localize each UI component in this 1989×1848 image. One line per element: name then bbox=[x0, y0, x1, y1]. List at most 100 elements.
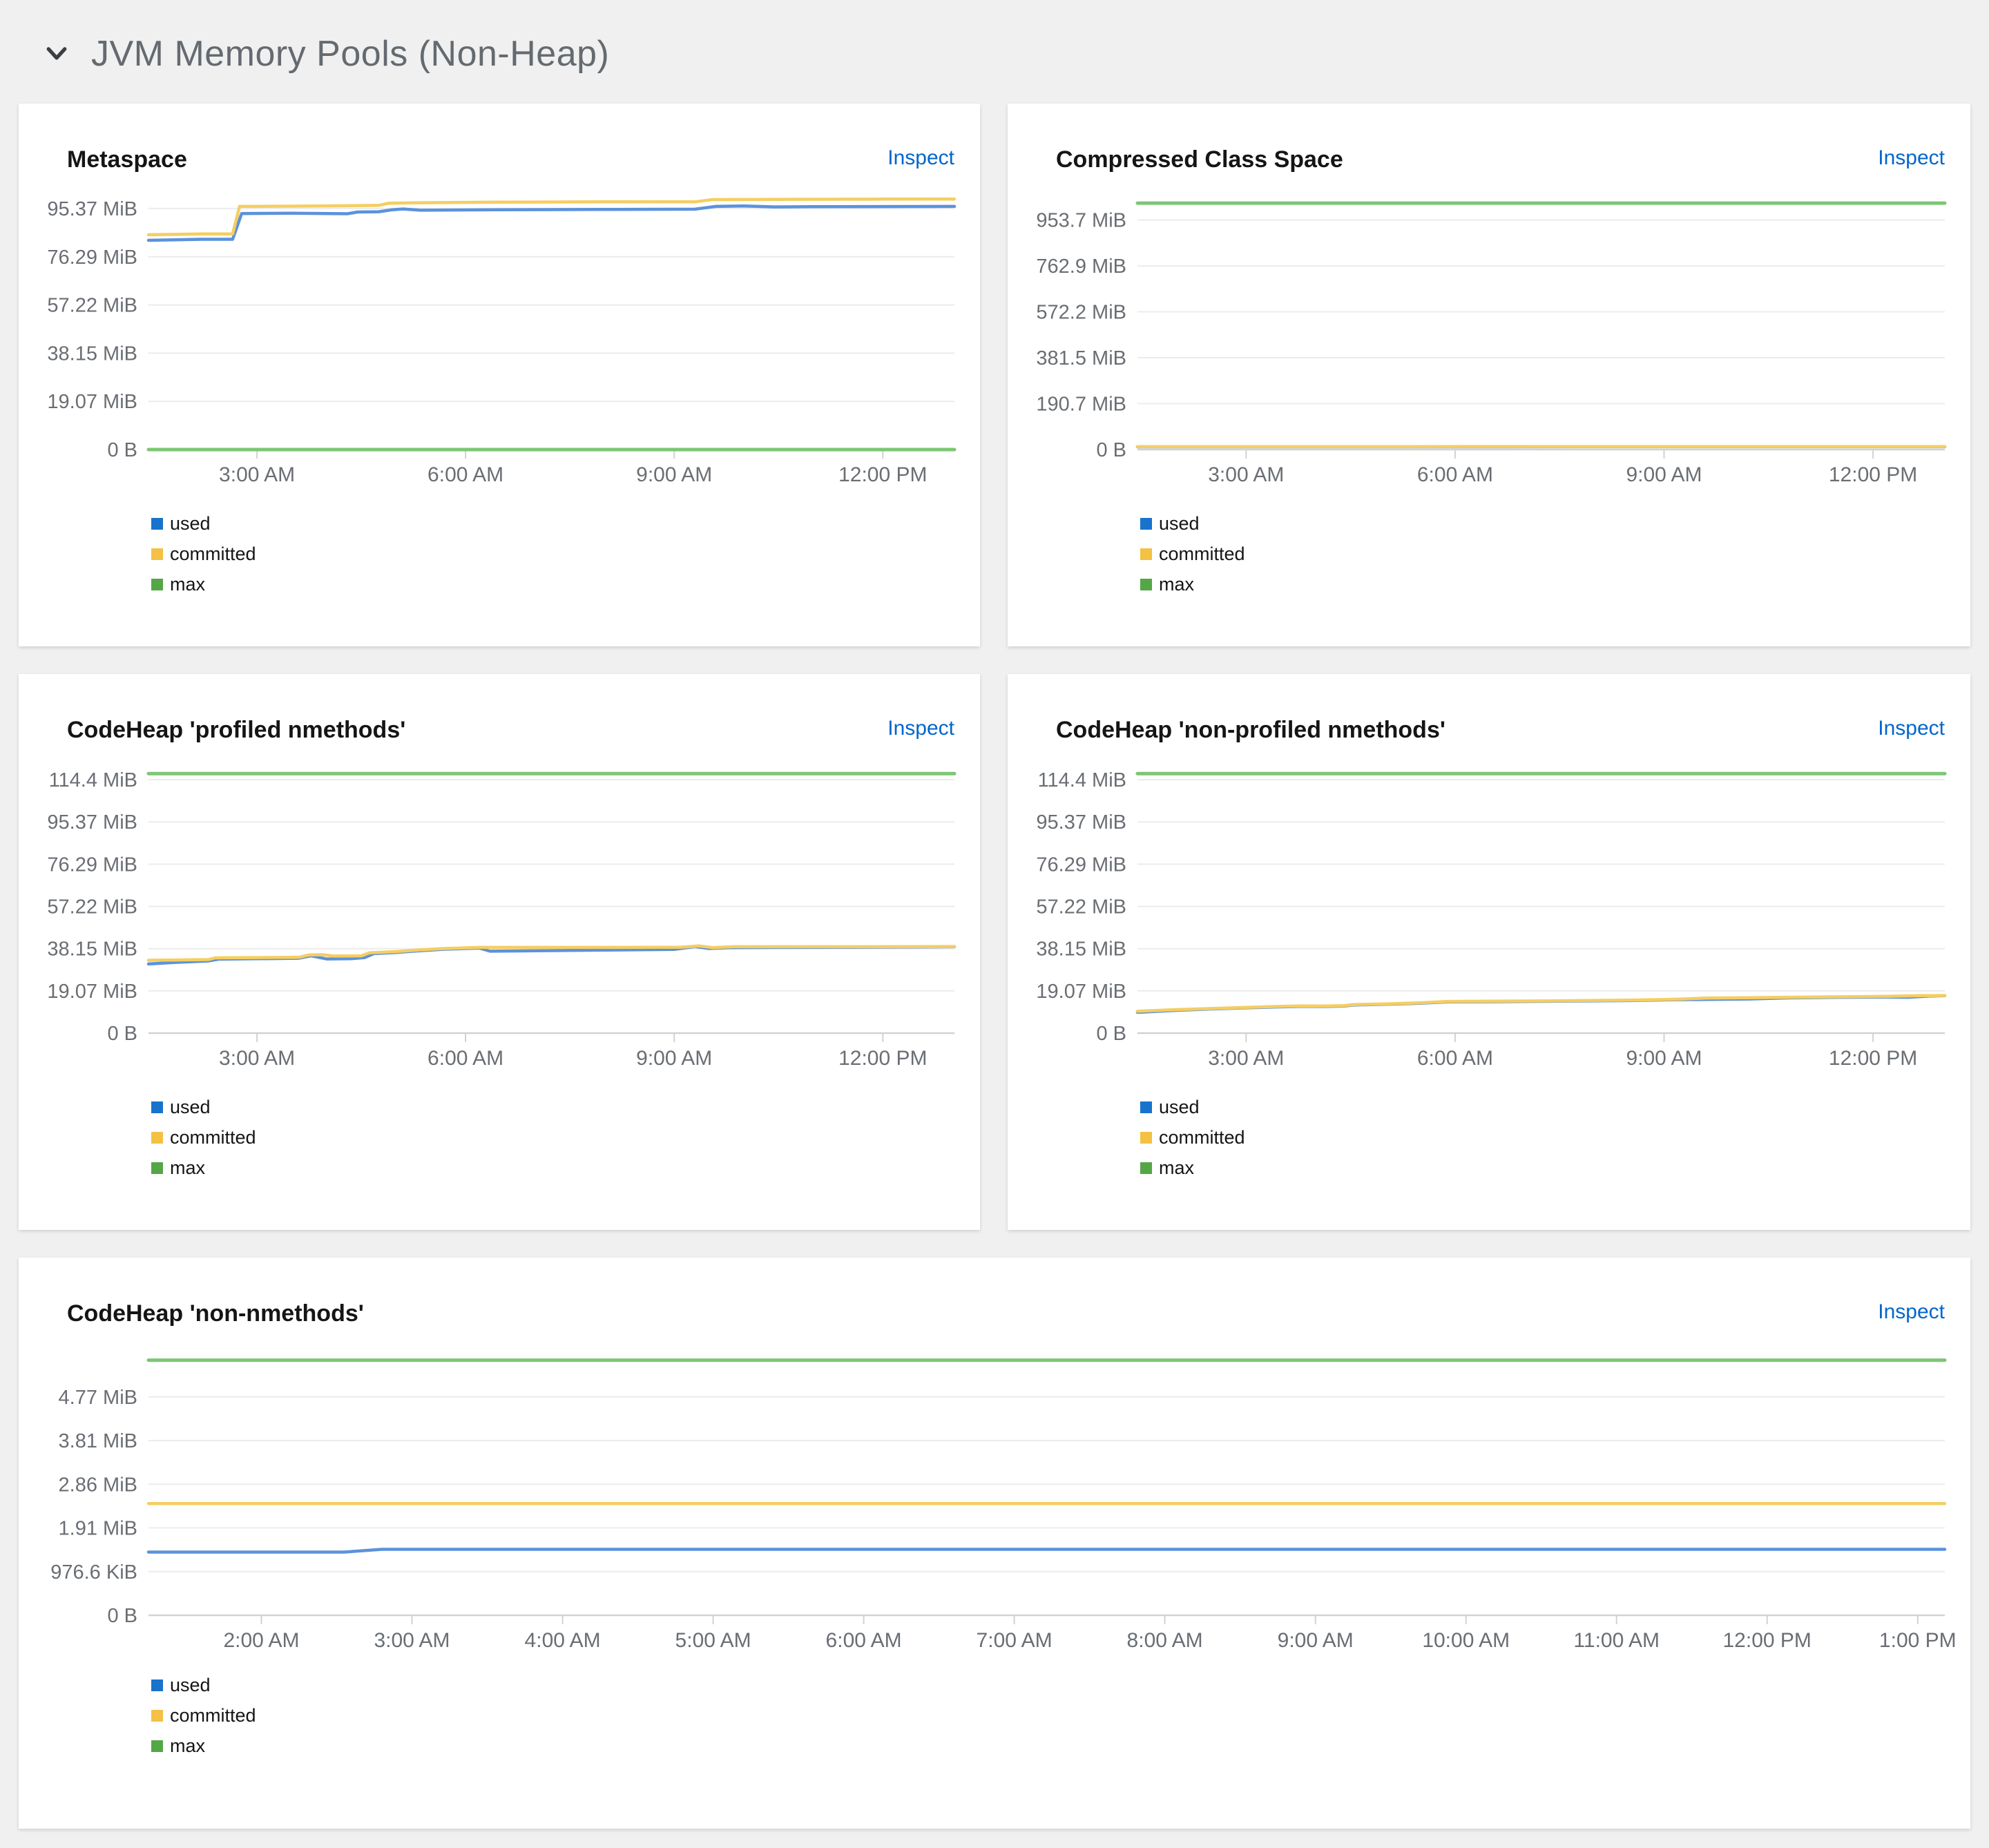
legend-swatch-used bbox=[151, 1679, 163, 1691]
chart-card-codeheap-profiled-nmethods: CodeHeap 'profiled nmethods' Inspect 0 B… bbox=[19, 674, 980, 1230]
legend-label: committed bbox=[1159, 543, 1245, 564]
svg-text:38.15 MiB: 38.15 MiB bbox=[1036, 939, 1126, 961]
chevron-down-icon bbox=[46, 47, 67, 60]
svg-text:6:00 AM: 6:00 AM bbox=[1417, 463, 1493, 486]
legend-item-max: max bbox=[151, 574, 256, 595]
svg-text:5:00 AM: 5:00 AM bbox=[675, 1629, 751, 1652]
svg-text:19.07 MiB: 19.07 MiB bbox=[47, 981, 137, 1003]
svg-text:3.81 MiB: 3.81 MiB bbox=[59, 1430, 137, 1452]
svg-text:762.9 MiB: 762.9 MiB bbox=[1036, 256, 1126, 278]
svg-text:6:00 AM: 6:00 AM bbox=[427, 1047, 503, 1070]
svg-text:0 B: 0 B bbox=[107, 439, 137, 461]
legend-label: max bbox=[1159, 574, 1195, 595]
svg-text:38.15 MiB: 38.15 MiB bbox=[47, 343, 137, 365]
svg-text:953.7 MiB: 953.7 MiB bbox=[1036, 210, 1126, 232]
legend-label: max bbox=[170, 1157, 206, 1178]
legend-item-committed: committed bbox=[151, 1705, 256, 1726]
legend-swatch-committed bbox=[151, 1132, 163, 1144]
svg-text:6:00 AM: 6:00 AM bbox=[1417, 1047, 1493, 1070]
svg-text:1.91 MiB: 1.91 MiB bbox=[59, 1518, 137, 1540]
svg-text:976.6 KiB: 976.6 KiB bbox=[50, 1561, 137, 1584]
legend-item-max: max bbox=[151, 1735, 256, 1757]
svg-text:8:00 AM: 8:00 AM bbox=[1127, 1629, 1203, 1652]
chart-legend: used committed max bbox=[151, 513, 256, 604]
chart-legend: used committed max bbox=[1140, 1097, 1245, 1188]
legend-swatch-committed bbox=[151, 548, 163, 560]
svg-text:3:00 AM: 3:00 AM bbox=[374, 1629, 450, 1652]
svg-text:9:00 AM: 9:00 AM bbox=[636, 463, 712, 486]
svg-text:0 B: 0 B bbox=[107, 1605, 137, 1627]
legend-swatch-used bbox=[151, 518, 163, 530]
legend-swatch-used bbox=[1140, 1101, 1152, 1113]
svg-text:2:00 AM: 2:00 AM bbox=[223, 1629, 299, 1652]
svg-text:3:00 AM: 3:00 AM bbox=[219, 1047, 295, 1070]
legend-label: committed bbox=[170, 1127, 256, 1148]
section-toggle-jvm-memory-pools[interactable]: JVM Memory Pools (Non-Heap) bbox=[43, 33, 609, 75]
svg-text:114.4 MiB: 114.4 MiB bbox=[49, 769, 137, 791]
svg-text:0 B: 0 B bbox=[1096, 1023, 1126, 1045]
legend-item-used: used bbox=[151, 513, 256, 535]
svg-text:95.37 MiB: 95.37 MiB bbox=[1036, 811, 1126, 834]
legend-item-committed: committed bbox=[1140, 1127, 1245, 1148]
legend-swatch-max bbox=[1140, 1162, 1152, 1174]
svg-text:12:00 PM: 12:00 PM bbox=[1722, 1629, 1811, 1652]
svg-text:76.29 MiB: 76.29 MiB bbox=[1036, 854, 1126, 876]
svg-text:4.77 MiB: 4.77 MiB bbox=[59, 1387, 137, 1409]
legend-item-used: used bbox=[151, 1097, 256, 1118]
svg-text:76.29 MiB: 76.29 MiB bbox=[47, 247, 137, 269]
legend-swatch-committed bbox=[1140, 548, 1152, 560]
chart-legend: used committed max bbox=[1140, 513, 1245, 604]
svg-text:19.07 MiB: 19.07 MiB bbox=[47, 391, 137, 413]
legend-label: max bbox=[170, 574, 206, 595]
chart-card-codeheap-non-nmethods: CodeHeap 'non-nmethods' Inspect 0 B 976.6… bbox=[19, 1258, 1970, 1829]
svg-text:2.86 MiB: 2.86 MiB bbox=[59, 1474, 137, 1496]
chart-legend: used committed max bbox=[151, 1675, 256, 1766]
svg-text:0 B: 0 B bbox=[107, 1023, 137, 1045]
svg-text:95.37 MiB: 95.37 MiB bbox=[47, 198, 137, 220]
svg-text:12:00 PM: 12:00 PM bbox=[838, 1047, 927, 1070]
svg-text:57.22 MiB: 57.22 MiB bbox=[47, 896, 137, 918]
chart-legend: used committed max bbox=[151, 1097, 256, 1188]
svg-text:9:00 AM: 9:00 AM bbox=[1626, 463, 1702, 486]
legend-item-used: used bbox=[151, 1675, 256, 1696]
svg-text:0 B: 0 B bbox=[1096, 439, 1126, 461]
chart-card-compressed-class-space: Compressed Class Space Inspect 0 B 190.7 … bbox=[1008, 104, 1970, 646]
svg-text:3:00 AM: 3:00 AM bbox=[1208, 463, 1284, 486]
legend-swatch-max bbox=[151, 1162, 163, 1174]
svg-text:11:00 AM: 11:00 AM bbox=[1573, 1629, 1660, 1652]
legend-swatch-used bbox=[151, 1101, 163, 1113]
legend-label: used bbox=[170, 1097, 211, 1117]
svg-text:3:00 AM: 3:00 AM bbox=[219, 463, 295, 486]
legend-label: committed bbox=[1159, 1127, 1245, 1148]
section-title: JVM Memory Pools (Non-Heap) bbox=[91, 34, 610, 74]
svg-text:10:00 AM: 10:00 AM bbox=[1422, 1629, 1510, 1652]
legend-item-committed: committed bbox=[1140, 543, 1245, 565]
legend-item-max: max bbox=[1140, 574, 1245, 595]
legend-label: used bbox=[170, 1675, 211, 1695]
svg-text:4:00 AM: 4:00 AM bbox=[525, 1629, 601, 1652]
legend-item-used: used bbox=[1140, 513, 1245, 535]
legend-label: max bbox=[170, 1735, 206, 1756]
svg-text:1:00 PM: 1:00 PM bbox=[1879, 1629, 1957, 1652]
svg-text:7:00 AM: 7:00 AM bbox=[977, 1629, 1053, 1652]
legend-label: max bbox=[1159, 1157, 1195, 1178]
legend-label: used bbox=[170, 513, 211, 534]
svg-text:9:00 AM: 9:00 AM bbox=[1278, 1629, 1354, 1652]
svg-text:114.4 MiB: 114.4 MiB bbox=[1038, 769, 1126, 791]
svg-text:57.22 MiB: 57.22 MiB bbox=[1036, 896, 1126, 918]
legend-swatch-committed bbox=[1140, 1132, 1152, 1144]
legend-label: used bbox=[1159, 1097, 1200, 1117]
legend-label: used bbox=[1159, 513, 1200, 534]
legend-item-max: max bbox=[1140, 1157, 1245, 1179]
chart-card-codeheap-non-profiled-nmethods: CodeHeap 'non-profiled nmethods' Inspect… bbox=[1008, 674, 1970, 1230]
legend-swatch-max bbox=[151, 1740, 163, 1752]
svg-text:12:00 PM: 12:00 PM bbox=[1829, 1047, 1917, 1070]
svg-text:3:00 AM: 3:00 AM bbox=[1208, 1047, 1284, 1070]
legend-swatch-max bbox=[151, 579, 163, 590]
svg-text:12:00 PM: 12:00 PM bbox=[838, 463, 927, 486]
svg-text:6:00 AM: 6:00 AM bbox=[427, 463, 503, 486]
svg-text:57.22 MiB: 57.22 MiB bbox=[47, 295, 137, 317]
svg-text:76.29 MiB: 76.29 MiB bbox=[47, 854, 137, 876]
legend-label: committed bbox=[170, 1705, 256, 1726]
svg-text:9:00 AM: 9:00 AM bbox=[1626, 1047, 1702, 1070]
